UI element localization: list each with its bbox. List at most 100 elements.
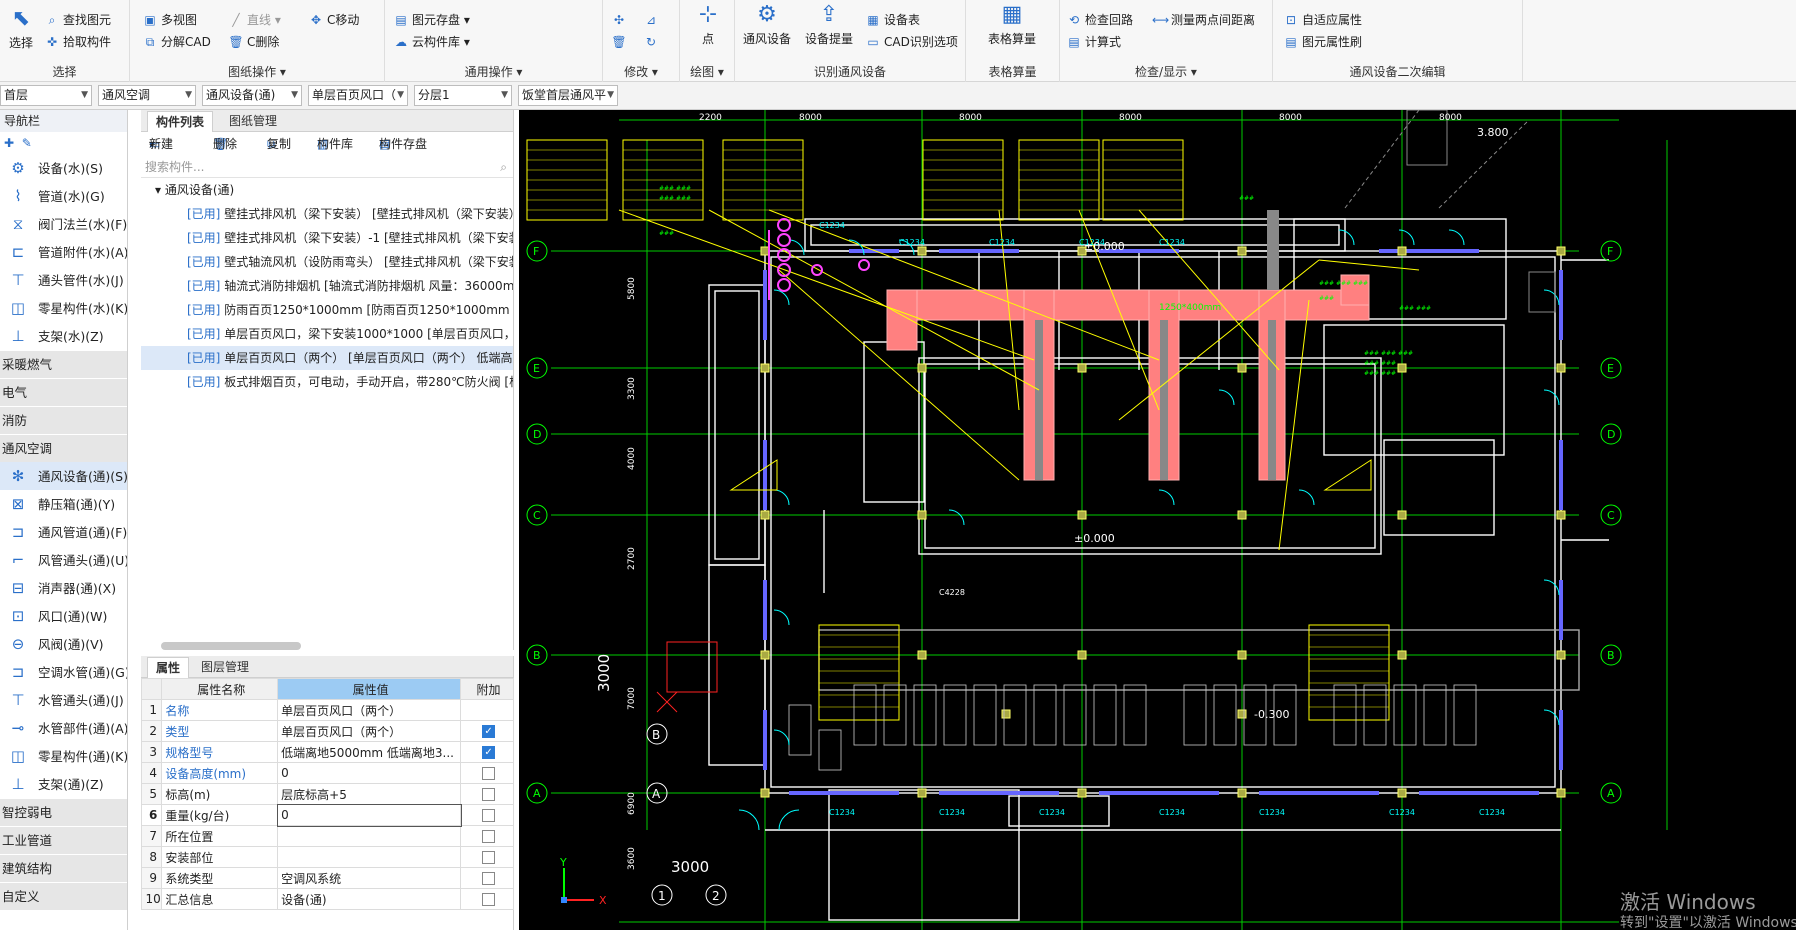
nav-category[interactable]: 通风空调	[0, 434, 127, 462]
property-add[interactable]	[460, 846, 514, 868]
formula-button[interactable]: ▤ 计算式	[1066, 31, 1121, 53]
component-search-input[interactable]: 搜索构件... ⌕	[141, 156, 513, 178]
tree-item[interactable]: [已用] 轴流式消防排烟机 [轴流式消防排烟机 风量：36000m3	[141, 274, 513, 298]
checkbox[interactable]: ✓	[482, 725, 496, 738]
specialty-select[interactable]: 通风空调 ▼	[98, 85, 196, 106]
split-cad-button[interactable]: ⧉ 分解CAD	[142, 31, 211, 53]
property-value[interactable]: 0	[276, 803, 462, 827]
nav-item[interactable]: ⊤ 通头管件(水)(J)	[0, 266, 127, 294]
measure-distance-button[interactable]: ⟷ 测量两点间距离	[1152, 9, 1255, 31]
table-calc-button[interactable]: ▦ 表格算量	[986, 0, 1038, 47]
layer-select[interactable]: 分层1 ▼	[414, 85, 512, 106]
nav-item[interactable]: ✻ 通风设备(通)(S)	[0, 462, 127, 490]
nav-item[interactable]: ⊸ 水管部件(通)(A)	[0, 714, 127, 742]
nav-category[interactable]: 建筑结构	[0, 854, 127, 882]
element-store-button[interactable]: ▤ 图元存盘 ▾	[393, 9, 470, 31]
nav-item[interactable]: ⊥ 支架(通)(Z)	[0, 770, 127, 798]
type-select[interactable]: 通风设备(通) ▼	[202, 85, 302, 106]
property-add[interactable]	[460, 825, 514, 847]
tree-item[interactable]: [已用] 单层百页风口（两个） [单层百页风口（两个） 低端高	[141, 346, 513, 370]
tree-item[interactable]: [已用] 壁挂式排风机（梁下安装）-1 [壁挂式排风机（梁下安装	[141, 226, 513, 250]
property-value[interactable]	[277, 825, 462, 847]
nav-item[interactable]: ◫ 零星构件(水)(K)	[0, 294, 127, 322]
nav-category[interactable]: 智控弱电	[0, 798, 127, 826]
nav-item[interactable]: ⊟ 消声器(通)(X)	[0, 574, 127, 602]
tab-drawing-management[interactable]: 图纸管理	[221, 111, 285, 132]
nav-category[interactable]: 消防	[0, 406, 127, 434]
nav-item[interactable]: ◫ 零星构件(通)(K)	[0, 742, 127, 770]
property-value[interactable]: 空调风系统	[277, 867, 462, 889]
add-icon[interactable]: ✚	[4, 136, 14, 150]
tree-item[interactable]: [已用] 壁挂式排风机（梁下安装） [壁挂式排风机（梁下安装）	[141, 202, 513, 226]
edit-icon[interactable]: ✎	[22, 136, 32, 150]
floor-select[interactable]: 首层 ▼	[0, 85, 92, 106]
find-element-button[interactable]: ⌕ 查找图元	[44, 9, 111, 31]
tree-item[interactable]: [已用] 防雨百页1250*1000mm [防雨百页1250*1000mm 12…	[141, 298, 513, 322]
property-value[interactable]: 设备(通)	[277, 888, 462, 910]
cad-move-button[interactable]: ✥ C移动	[308, 9, 359, 31]
horizontal-scrollbar[interactable]	[161, 642, 301, 650]
checkbox[interactable]	[482, 893, 496, 906]
property-add[interactable]	[460, 783, 514, 805]
nav-item[interactable]: ⊠ 静压箱(通)(Y)	[0, 490, 127, 518]
checkbox[interactable]	[482, 851, 496, 864]
pick-component-button[interactable]: ✜ 拾取构件	[44, 31, 111, 53]
checkbox[interactable]	[482, 809, 496, 822]
nav-item[interactable]: ⊐ 空调水管(通)(G)	[0, 658, 127, 686]
tab-component-list[interactable]: 构件列表	[147, 111, 214, 132]
checkbox[interactable]	[482, 788, 496, 801]
nav-category[interactable]: 工业管道	[0, 826, 127, 854]
nav-item[interactable]: ⊖ 风阀(通)(V)	[0, 630, 127, 658]
nav-item[interactable]: ⊐ 通风管道(通)(F)	[0, 518, 127, 546]
tree-item[interactable]: [已用] 单层百页风口，梁下安装1000*1000 [单层百页风口，梁	[141, 322, 513, 346]
cad-options-button[interactable]: ▭ CAD识别选项	[865, 31, 958, 53]
nav-item[interactable]: ⊤ 水管通头(通)(J)	[0, 686, 127, 714]
tab-properties[interactable]: 属性	[147, 657, 190, 678]
nav-item[interactable]: ⌇ 管道(水)(G)	[0, 182, 127, 210]
cad-canvas[interactable]: 1250*400mm ### ### ### ### ### ### ### #…	[519, 110, 1796, 930]
nav-item[interactable]: ⊏ 管道附件(水)(A)	[0, 238, 127, 266]
multiview-button[interactable]: ▣ 多视图	[142, 9, 197, 31]
property-add[interactable]	[460, 762, 514, 784]
nav-category[interactable]: 电气	[0, 378, 127, 406]
nav-item[interactable]: ⊥ 支架(水)(Z)	[0, 322, 127, 350]
cad-delete-button[interactable]: 🗑 C删除	[228, 31, 279, 53]
property-value[interactable]: 单层百页风口（两个）	[277, 699, 462, 721]
property-add[interactable]	[460, 867, 514, 889]
property-value[interactable]: 单层百页风口（两个）	[277, 720, 462, 742]
checkbox[interactable]	[482, 872, 496, 885]
equipment-table-button[interactable]: ▦ 设备表	[865, 9, 920, 31]
equipment-extract-button[interactable]: ⇪ 设备提量	[803, 0, 855, 47]
drawing-select[interactable]: 饭堂首层通风平 ▼	[518, 85, 618, 106]
move-tool-button[interactable]: ✣	[611, 9, 630, 31]
property-add[interactable]: ✓	[460, 720, 514, 742]
property-value[interactable]: 层底标高+5	[277, 783, 462, 805]
adaptive-property-button[interactable]: ⊡ 自适应属性	[1283, 9, 1362, 31]
component-select[interactable]: 单层百页风口（ ▼	[308, 85, 408, 106]
nav-item[interactable]: ⚙ 设备(水)(S)	[0, 154, 127, 182]
nav-item[interactable]: ⌐ 风管通头(通)(U)	[0, 546, 127, 574]
nav-category[interactable]: 自定义	[0, 882, 127, 910]
point-button[interactable]: ⊹ 点	[682, 0, 734, 47]
tree-root[interactable]: ▾ 通风设备(通)	[141, 178, 513, 202]
property-brush-button[interactable]: ▤ 图元属性刷	[1283, 31, 1362, 53]
nav-category[interactable]: 采暖燃气	[0, 350, 127, 378]
mirror-tool-button[interactable]: ⊿	[643, 9, 662, 31]
new-button[interactable]: ▭ 新建 ▾	[149, 132, 173, 156]
nav-item[interactable]: ⊡ 风口(通)(W)	[0, 602, 127, 630]
delete-tool-button[interactable]: 🗑	[611, 31, 630, 53]
check-loop-button[interactable]: ⟲ 检查回路	[1066, 9, 1133, 31]
checkbox[interactable]	[482, 767, 496, 780]
vent-equipment-button[interactable]: ⚙ 通风设备	[741, 0, 793, 47]
property-add[interactable]	[460, 804, 514, 826]
line-button[interactable]: ╱ 直线 ▾	[228, 9, 280, 31]
property-value[interactable]	[277, 846, 462, 868]
property-add[interactable]	[460, 888, 514, 910]
nav-item[interactable]: ⧖ 阀门法兰(水)(F)	[0, 210, 127, 238]
checkbox[interactable]: ✓	[482, 746, 496, 759]
property-add[interactable]: ✓	[460, 741, 514, 763]
property-value[interactable]: 0	[277, 762, 462, 784]
tree-item[interactable]: [已用] 板式排烟百页，可电动，手动开启，带280℃防火阀 [板	[141, 370, 513, 394]
rotate-tool-button[interactable]: ↻	[643, 31, 662, 53]
tree-item[interactable]: [已用] 壁式轴流风机（设防雨弯头） [壁挂式排风机（梁下安装	[141, 250, 513, 274]
